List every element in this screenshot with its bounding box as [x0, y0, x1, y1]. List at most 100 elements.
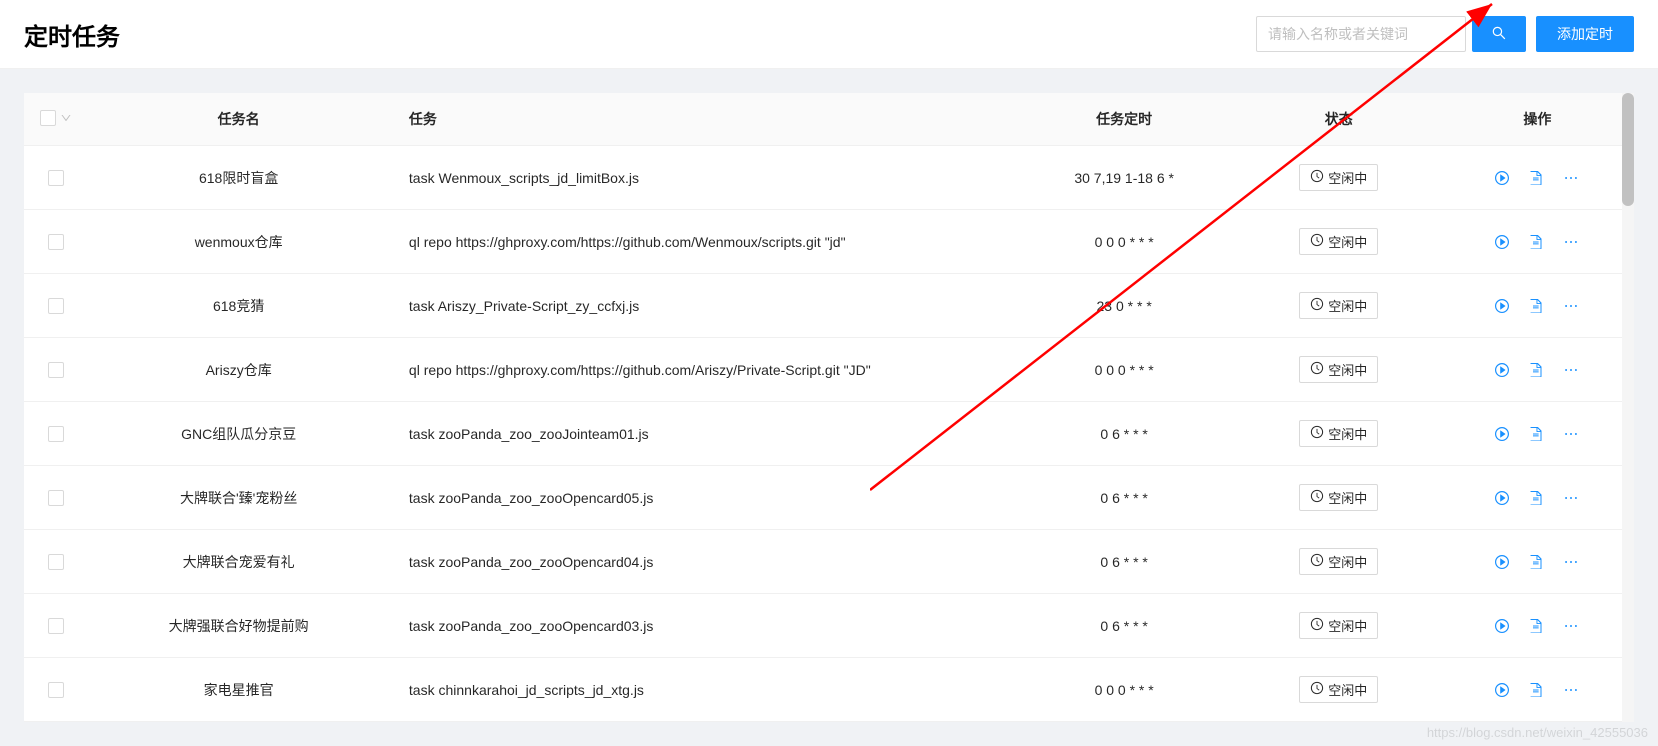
cell-cron: 0 0 0 * * *	[1011, 658, 1236, 722]
cell-name: 大牌强联合好物提前购	[88, 594, 389, 658]
status-badge: 空闲中	[1299, 292, 1378, 319]
header-cron: 任务定时	[1011, 93, 1236, 146]
select-all-checkbox[interactable]	[40, 110, 56, 126]
cell-cron: 0 6 * * *	[1011, 594, 1236, 658]
row-checkbox[interactable]	[48, 426, 64, 442]
page-title: 定时任务	[24, 17, 120, 52]
cell-task: task Ariszy_Private-Script_zy_ccfxj.js	[389, 274, 1012, 338]
cell-task: task zooPanda_zoo_zooJointeam01.js	[389, 402, 1012, 466]
cell-task: ql repo https://ghproxy.com/https://gith…	[389, 338, 1012, 402]
run-icon[interactable]	[1494, 298, 1510, 314]
clock-icon	[1310, 553, 1324, 570]
header-actions: 添加定时	[1256, 16, 1634, 52]
row-checkbox[interactable]	[48, 682, 64, 698]
cell-name: 家电星推官	[88, 658, 389, 722]
status-text: 空闲中	[1328, 360, 1367, 379]
table-row: 家电星推官 task chinnkarahoi_jd_scripts_jd_xt…	[24, 658, 1634, 722]
cell-name: 大牌联合'臻'宠粉丝	[88, 466, 389, 530]
status-text: 空闲中	[1328, 296, 1367, 315]
row-checkbox[interactable]	[48, 170, 64, 186]
status-badge: 空闲中	[1299, 164, 1378, 191]
log-icon[interactable]	[1528, 298, 1544, 314]
header-task: 任务	[389, 93, 1012, 146]
search-wrap	[1256, 16, 1526, 52]
header-checkbox-cell	[24, 93, 88, 146]
table-row: 大牌联合宠爱有礼 task zooPanda_zoo_zooOpencard04…	[24, 530, 1634, 594]
run-icon[interactable]	[1494, 426, 1510, 442]
log-icon[interactable]	[1528, 554, 1544, 570]
row-checkbox[interactable]	[48, 490, 64, 506]
log-icon[interactable]	[1528, 234, 1544, 250]
more-icon[interactable]	[1562, 489, 1580, 507]
status-text: 空闲中	[1328, 424, 1367, 443]
cell-ops	[1441, 146, 1634, 210]
status-text: 空闲中	[1328, 552, 1367, 571]
more-icon[interactable]	[1562, 617, 1580, 635]
chevron-down-icon[interactable]	[60, 112, 72, 124]
row-checkbox[interactable]	[48, 618, 64, 634]
run-icon[interactable]	[1494, 618, 1510, 634]
add-task-button[interactable]: 添加定时	[1536, 16, 1634, 52]
more-icon[interactable]	[1562, 681, 1580, 699]
cell-status: 空闲中	[1237, 274, 1441, 338]
clock-icon	[1310, 169, 1324, 186]
cell-cron: 0 6 * * *	[1011, 530, 1236, 594]
clock-icon	[1310, 681, 1324, 698]
cell-cron: 0 6 * * *	[1011, 402, 1236, 466]
cell-name: GNC组队瓜分京豆	[88, 402, 389, 466]
log-icon[interactable]	[1528, 362, 1544, 378]
cell-name: wenmoux仓库	[88, 210, 389, 274]
cell-status: 空闲中	[1237, 658, 1441, 722]
cell-cron: 0 0 0 * * *	[1011, 210, 1236, 274]
status-badge: 空闲中	[1299, 420, 1378, 447]
table-row: Ariszy仓库 ql repo https://ghproxy.com/htt…	[24, 338, 1634, 402]
run-icon[interactable]	[1494, 234, 1510, 250]
cell-cron: 0 0 0 * * *	[1011, 338, 1236, 402]
cell-status: 空闲中	[1237, 146, 1441, 210]
run-icon[interactable]	[1494, 554, 1510, 570]
cell-name: Ariszy仓库	[88, 338, 389, 402]
status-text: 空闲中	[1328, 680, 1367, 699]
row-checkbox[interactable]	[48, 234, 64, 250]
row-checkbox[interactable]	[48, 298, 64, 314]
more-icon[interactable]	[1562, 553, 1580, 571]
log-icon[interactable]	[1528, 170, 1544, 186]
cell-ops	[1441, 466, 1634, 530]
cell-task: task chinnkarahoi_jd_scripts_jd_xtg.js	[389, 658, 1012, 722]
clock-icon	[1310, 233, 1324, 250]
row-checkbox[interactable]	[48, 362, 64, 378]
cell-status: 空闲中	[1237, 530, 1441, 594]
more-icon[interactable]	[1562, 425, 1580, 443]
search-button[interactable]	[1472, 16, 1526, 52]
run-icon[interactable]	[1494, 682, 1510, 698]
search-input[interactable]	[1256, 16, 1466, 52]
clock-icon	[1310, 617, 1324, 634]
cell-cron: 23 0 * * *	[1011, 274, 1236, 338]
header-ops: 操作	[1441, 93, 1634, 146]
status-badge: 空闲中	[1299, 548, 1378, 575]
run-icon[interactable]	[1494, 490, 1510, 506]
table-header-row: 任务名 任务 任务定时 状态 操作	[24, 93, 1634, 146]
log-icon[interactable]	[1528, 618, 1544, 634]
table-row: 大牌强联合好物提前购 task zooPanda_zoo_zooOpencard…	[24, 594, 1634, 658]
cell-status: 空闲中	[1237, 210, 1441, 274]
status-text: 空闲中	[1328, 616, 1367, 635]
row-checkbox[interactable]	[48, 554, 64, 570]
cell-status: 空闲中	[1237, 402, 1441, 466]
clock-icon	[1310, 489, 1324, 506]
more-icon[interactable]	[1562, 169, 1580, 187]
log-icon[interactable]	[1528, 490, 1544, 506]
run-icon[interactable]	[1494, 170, 1510, 186]
cell-status: 空闲中	[1237, 594, 1441, 658]
page-header: 定时任务 添加定时	[0, 0, 1658, 69]
more-icon[interactable]	[1562, 233, 1580, 251]
more-icon[interactable]	[1562, 297, 1580, 315]
cell-name: 大牌联合宠爱有礼	[88, 530, 389, 594]
run-icon[interactable]	[1494, 362, 1510, 378]
scrollbar-track[interactable]	[1622, 93, 1634, 722]
log-icon[interactable]	[1528, 682, 1544, 698]
task-table: 任务名 任务 任务定时 状态 操作 618限时盲盒 task Wenmoux_s…	[24, 93, 1634, 722]
more-icon[interactable]	[1562, 361, 1580, 379]
scrollbar-thumb[interactable]	[1622, 93, 1634, 206]
log-icon[interactable]	[1528, 426, 1544, 442]
